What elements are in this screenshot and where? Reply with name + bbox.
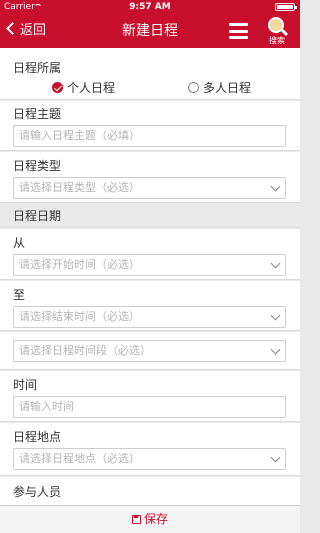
chevron-left-icon — [6, 22, 19, 35]
location-select[interactable]: 请选择日程地点（必选） — [13, 448, 286, 470]
end-time-select[interactable]: 请选择结束时间（必选） — [13, 306, 286, 328]
participants-section: 参与人员 — [0, 477, 300, 505]
unchecked-radio-icon — [188, 82, 199, 93]
time-label: 时间 — [13, 378, 38, 392]
status-bar: Carrier 9:57 AM — [0, 0, 300, 14]
period-section: 请选择日程时间段（必选） — [0, 332, 300, 370]
search-button[interactable]: 搜索 — [264, 16, 290, 46]
radio-personal[interactable]: 个人日程 — [52, 79, 115, 97]
start-time-placeholder: 请选择开始时间（必选） — [19, 258, 140, 271]
time-input[interactable]: 请输入时间 — [13, 396, 286, 418]
to-label: 至 — [13, 288, 26, 302]
period-placeholder: 请选择日程时间段（必选） — [19, 344, 151, 357]
to-section: 至 请选择结束时间（必选） — [0, 281, 300, 331]
menu-button[interactable] — [229, 23, 248, 39]
subject-input[interactable]: 请输入日程主题（必填） — [13, 125, 286, 147]
type-section: 日程类型 请选择日程类型（必选） — [0, 152, 300, 203]
owner-section: 日程所属 个人日程 多人日程 — [0, 48, 300, 100]
checked-radio-icon — [52, 82, 63, 93]
chevron-down-icon — [270, 310, 281, 321]
hamburger-menu-icon — [229, 23, 248, 26]
from-label: 从 — [13, 236, 26, 250]
save-label: 保存 — [143, 512, 168, 526]
owner-label: 日程所属 — [13, 61, 62, 75]
end-time-placeholder: 请选择结束时间（必选） — [19, 310, 140, 323]
save-disk-icon — [131, 515, 141, 524]
chevron-down-icon — [270, 344, 281, 355]
chevron-down-icon — [270, 452, 281, 463]
save-button[interactable]: 保存 — [0, 506, 300, 533]
period-select[interactable]: 请选择日程时间段（必选） — [13, 340, 286, 362]
subject-placeholder: 请输入日程主题（必填） — [19, 129, 140, 142]
time-placeholder: 请输入时间 — [19, 400, 74, 413]
nav-bar: 返回 新建日程 搜索 — [0, 14, 300, 48]
location-section: 日程地点 请选择日程地点（必选） — [0, 423, 300, 476]
search-label: 搜索 — [269, 36, 285, 45]
subject-section: 日程主题 请输入日程主题（必填） — [0, 101, 300, 151]
bottom-bar: 保存 — [0, 505, 300, 533]
chevron-down-icon — [270, 258, 281, 269]
back-label: 返回 — [20, 23, 47, 38]
battery-icon — [275, 3, 297, 11]
location-placeholder: 请选择日程地点（必选） — [19, 452, 140, 465]
radio-multi[interactable]: 多人日程 — [188, 79, 251, 97]
location-label: 日程地点 — [13, 430, 62, 444]
type-label: 日程类型 — [13, 159, 62, 173]
back-button[interactable]: 返回 — [6, 22, 47, 40]
type-placeholder: 请选择日程类型（必选） — [19, 181, 140, 194]
start-time-select[interactable]: 请选择开始时间（必选） — [13, 254, 286, 276]
from-section: 从 请选择开始时间（必选） — [0, 229, 300, 280]
chevron-down-icon — [270, 181, 281, 192]
radio-personal-label: 个人日程 — [67, 81, 116, 95]
subject-label: 日程主题 — [13, 107, 62, 121]
form-content[interactable]: 日程所属 个人日程 多人日程 日程主题 请输入日程主题（必填） 日程类型 请选择… — [0, 48, 300, 505]
status-time: 9:57 AM — [129, 2, 171, 12]
radio-multi-label: 多人日程 — [203, 81, 252, 95]
date-group-header: 日程日期 — [0, 204, 300, 228]
type-select[interactable]: 请选择日程类型（必选） — [13, 177, 286, 199]
time-section: 时间 请输入时间 — [0, 371, 300, 422]
participants-label: 参与人员 — [13, 485, 62, 499]
